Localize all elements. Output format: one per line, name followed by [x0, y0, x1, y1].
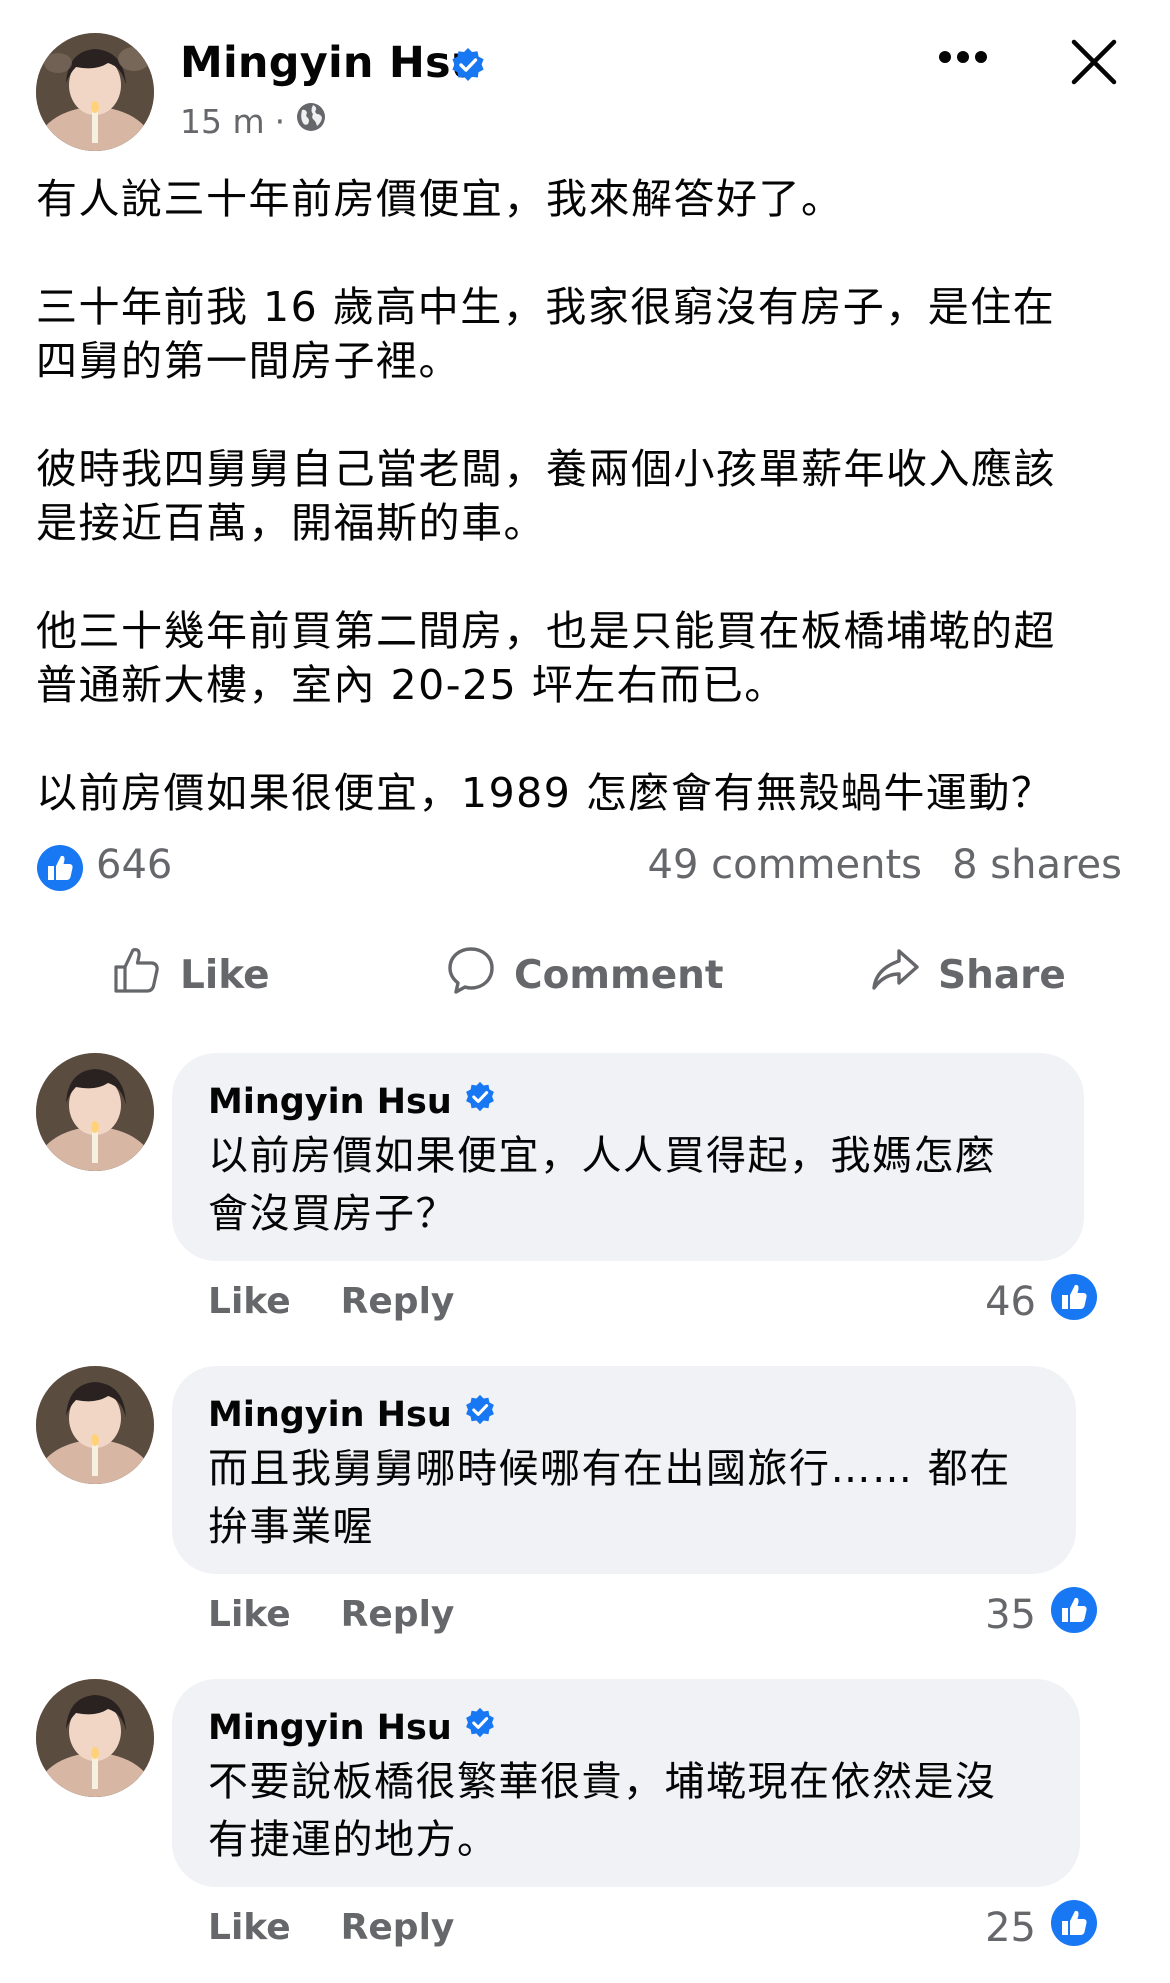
verified-badge-icon [464, 1394, 496, 1436]
comment-text: 不要說板橋很繁華很貴，埔墘現在依然是沒 有捷運的地方。 [208, 1759, 997, 1863]
comment-bubble: Mingyin Hsu 以前房價如果便宜，人人買得起，我媽怎麼 會沒買房子？ [172, 1053, 1084, 1261]
thumbs-up-outline-icon [112, 945, 162, 1005]
thumbs-up-badge-icon [1050, 1586, 1098, 1644]
post-meta: 15 m · [180, 101, 327, 141]
comment-item: Mingyin Hsu 而且我舅舅哪時候哪有在出國旅行…… 都在 拚事業喔 Li… [0, 1366, 1170, 1656]
comment-like-button[interactable]: Like [208, 1594, 291, 1635]
post-paragraph: 三十年前我 16 歲高中生，我家很窮沒有房子，是住在 四舅的第一間房子裡。 [36, 283, 1056, 385]
comment-reaction-count: 35 [985, 1592, 1036, 1638]
like-button[interactable]: Like [112, 940, 270, 1010]
comment-bubble: Mingyin Hsu 不要說板橋很繁華很貴，埔墘現在依然是沒 有捷運的地方。 [172, 1679, 1080, 1887]
author-avatar[interactable] [36, 33, 154, 151]
more-dots-icon[interactable] [937, 44, 989, 70]
post-paragraph: 彼時我四舅舅自己當老闆，養兩個小孩單薪年收入應該 是接近百萬，開福斯的車。 [36, 445, 1056, 547]
comment-actions: Like Reply [208, 1907, 454, 1948]
post-stats: 646 49 comments 8 shares [36, 838, 1122, 898]
like-count[interactable]: 646 [96, 842, 172, 888]
verified-badge-icon [464, 1081, 496, 1123]
like-button-label: Like [180, 952, 270, 998]
comment-item: Mingyin Hsu 不要說板橋很繁華很貴，埔墘現在依然是沒 有捷運的地方。 … [0, 1679, 1170, 1969]
thumbs-up-badge-icon[interactable] [36, 844, 84, 892]
comment-bubble: Mingyin Hsu 而且我舅舅哪時候哪有在出國旅行…… 都在 拚事業喔 [172, 1366, 1076, 1574]
post-action-bar: Like Comment Share [0, 930, 1170, 1020]
verified-badge-icon [464, 1707, 496, 1749]
comment-reply-button[interactable]: Reply [341, 1594, 455, 1635]
comment-author[interactable]: Mingyin Hsu [208, 1707, 1044, 1749]
comment-reply-button[interactable]: Reply [341, 1281, 455, 1322]
share-button-label: Share [938, 952, 1066, 998]
post-text: 有人說三十年前房價便宜，我來解答好了。 三十年前我 16 歲高中生，我家很窮沒有… [36, 172, 1136, 820]
post-paragraph: 以前房價如果很便宜，1989 怎麼會有無殼蝸牛運動？ [36, 769, 1054, 817]
comment-button[interactable]: Comment [446, 940, 724, 1010]
globe-icon [295, 101, 327, 141]
comment-author[interactable]: Mingyin Hsu [208, 1394, 1040, 1436]
share-arrow-icon [870, 945, 920, 1005]
thumbs-up-badge-icon [1050, 1899, 1098, 1957]
comment-reactions[interactable]: 25 [985, 1899, 1098, 1957]
meta-separator: · [274, 101, 286, 141]
post-paragraph: 有人說三十年前房價便宜，我來解答好了。 [36, 175, 844, 223]
speech-bubble-icon [446, 945, 496, 1005]
comment-author-avatar[interactable] [36, 1679, 154, 1797]
comment-author[interactable]: Mingyin Hsu [208, 1081, 1048, 1123]
comment-actions: Like Reply [208, 1594, 454, 1635]
comments-count[interactable]: 49 comments [648, 842, 923, 888]
share-button[interactable]: Share [870, 940, 1066, 1010]
thumbs-up-badge-icon [1050, 1273, 1098, 1331]
comment-reactions[interactable]: 46 [985, 1273, 1098, 1331]
comment-button-label: Comment [514, 952, 724, 998]
comment-text: 以前房價如果便宜，人人買得起，我媽怎麼 會沒買房子？ [208, 1133, 997, 1237]
shares-count[interactable]: 8 shares [952, 842, 1122, 888]
comment-like-button[interactable]: Like [208, 1907, 291, 1948]
close-icon[interactable] [1068, 36, 1120, 88]
comment-author-avatar[interactable] [36, 1053, 154, 1171]
comment-reaction-count: 25 [985, 1905, 1036, 1951]
author-name[interactable]: Mingyin Hsu [180, 38, 482, 88]
post-time[interactable]: 15 m [180, 102, 265, 141]
comment-reply-button[interactable]: Reply [341, 1907, 455, 1948]
post-paragraph: 他三十幾年前買第二間房，也是只能買在板橋埔墘的超 普通新大樓，室內 20-25 … [36, 607, 1056, 709]
comment-text: 而且我舅舅哪時候哪有在出國旅行…… 都在 拚事業喔 [208, 1446, 1011, 1550]
comment-reaction-count: 46 [985, 1279, 1036, 1325]
comment-item: Mingyin Hsu 以前房價如果便宜，人人買得起，我媽怎麼 會沒買房子？ L… [0, 1053, 1170, 1343]
verified-badge-icon [450, 47, 486, 87]
post-header: Mingyin Hsu 15 m · [0, 0, 1170, 151]
comment-actions: Like Reply [208, 1281, 454, 1322]
comment-reactions[interactable]: 35 [985, 1586, 1098, 1644]
comment-author-avatar[interactable] [36, 1366, 154, 1484]
comment-like-button[interactable]: Like [208, 1281, 291, 1322]
